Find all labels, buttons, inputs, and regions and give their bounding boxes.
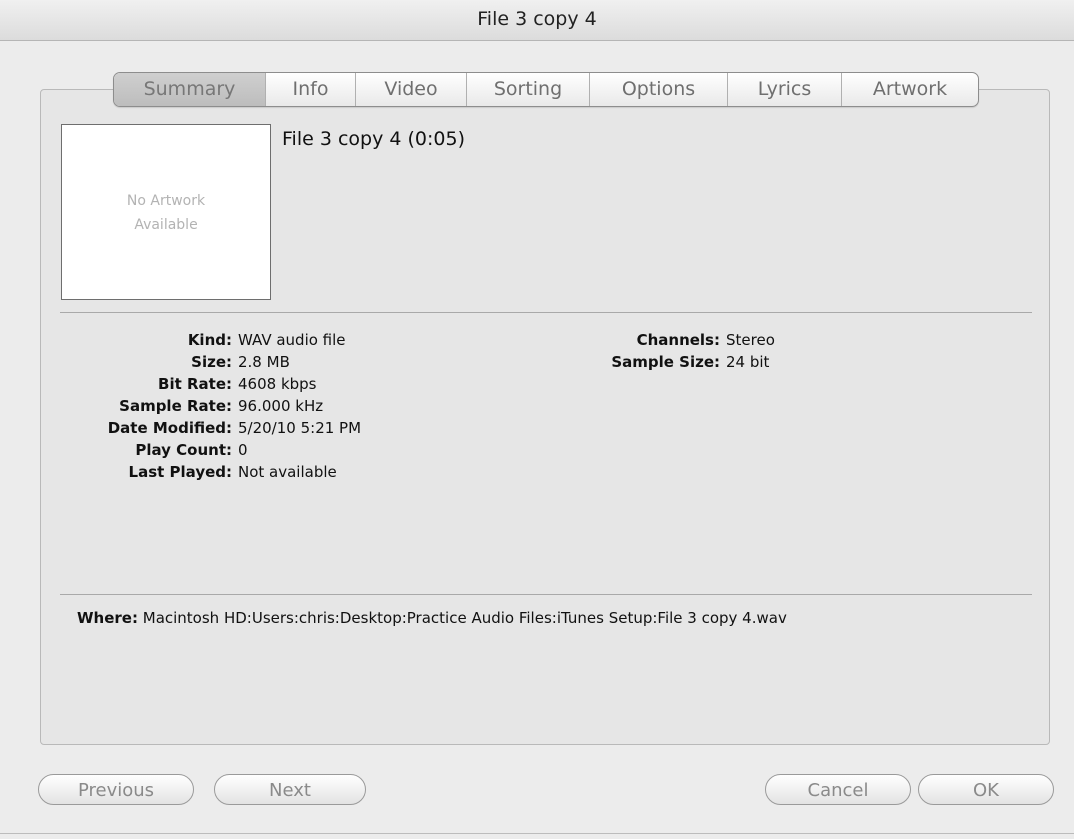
detail-kind: Kind: WAV audio file: [0, 329, 346, 351]
previous-button[interactable]: Previous: [38, 774, 194, 805]
detail-label: Last Played:: [128, 463, 232, 481]
tab-info[interactable]: Info: [266, 73, 356, 106]
divider-bottom: [60, 594, 1032, 595]
detail-label: Sample Size:: [611, 353, 720, 371]
detail-value: Stereo: [726, 331, 775, 349]
detail-sample-rate: Sample Rate: 96.000 kHz: [0, 395, 323, 417]
tab-sorting[interactable]: Sorting: [467, 73, 590, 106]
detail-size: Size: 2.8 MB: [0, 351, 290, 373]
where-label: Where:: [77, 609, 138, 627]
detail-value: 96.000 kHz: [238, 397, 324, 415]
detail-label: Kind:: [187, 331, 232, 349]
divider-top: [60, 312, 1032, 313]
detail-label: Date Modified:: [107, 419, 232, 437]
artwork-well[interactable]: No Artwork Available: [61, 124, 271, 300]
detail-label: Bit Rate:: [158, 375, 232, 393]
detail-value: Not available: [238, 463, 337, 481]
tab-options[interactable]: Options: [590, 73, 728, 106]
tab-artwork[interactable]: Artwork: [842, 73, 978, 106]
detail-value: 24 bit: [726, 353, 770, 371]
no-artwork-text: No Artwork Available: [126, 193, 206, 233]
tab-bar: Summary Info Video Sorting Options Lyric…: [113, 72, 979, 107]
detail-play-count: Play Count: 0: [0, 439, 248, 461]
cancel-button[interactable]: Cancel: [765, 774, 911, 805]
title-bar: File 3 copy 4: [0, 0, 1074, 41]
where-path: Macintosh HD:Users:chris:Desktop:Practic…: [142, 609, 787, 627]
detail-label: Channels:: [636, 331, 720, 349]
window-bottom-edge: [0, 833, 1074, 834]
detail-value: 5/20/10 5:21 PM: [238, 419, 362, 437]
track-title: File 3 copy 4 (0:05): [282, 128, 465, 150]
detail-last-played: Last Played: Not available: [0, 461, 337, 483]
next-button[interactable]: Next: [214, 774, 366, 805]
detail-label: Size:: [191, 353, 232, 371]
ok-button[interactable]: OK: [918, 774, 1054, 805]
detail-bit-rate: Bit Rate: 4608 kbps: [0, 373, 317, 395]
file-location: Where: Macintosh HD:Users:chris:Desktop:…: [77, 609, 787, 627]
detail-label: Play Count:: [135, 441, 232, 459]
detail-label: Sample Rate:: [119, 397, 232, 415]
window-title: File 3 copy 4: [477, 8, 597, 30]
detail-date-modified: Date Modified: 5/20/10 5:21 PM: [0, 417, 361, 439]
detail-channels: Channels: Stereo: [470, 329, 775, 351]
detail-value: 0: [238, 441, 248, 459]
detail-sample-size: Sample Size: 24 bit: [470, 351, 769, 373]
detail-value: 2.8 MB: [238, 353, 290, 371]
tab-lyrics[interactable]: Lyrics: [728, 73, 842, 106]
detail-value: WAV audio file: [238, 331, 346, 349]
tab-summary[interactable]: Summary: [114, 73, 266, 106]
detail-value: 4608 kbps: [238, 375, 317, 393]
tab-video[interactable]: Video: [356, 73, 467, 106]
